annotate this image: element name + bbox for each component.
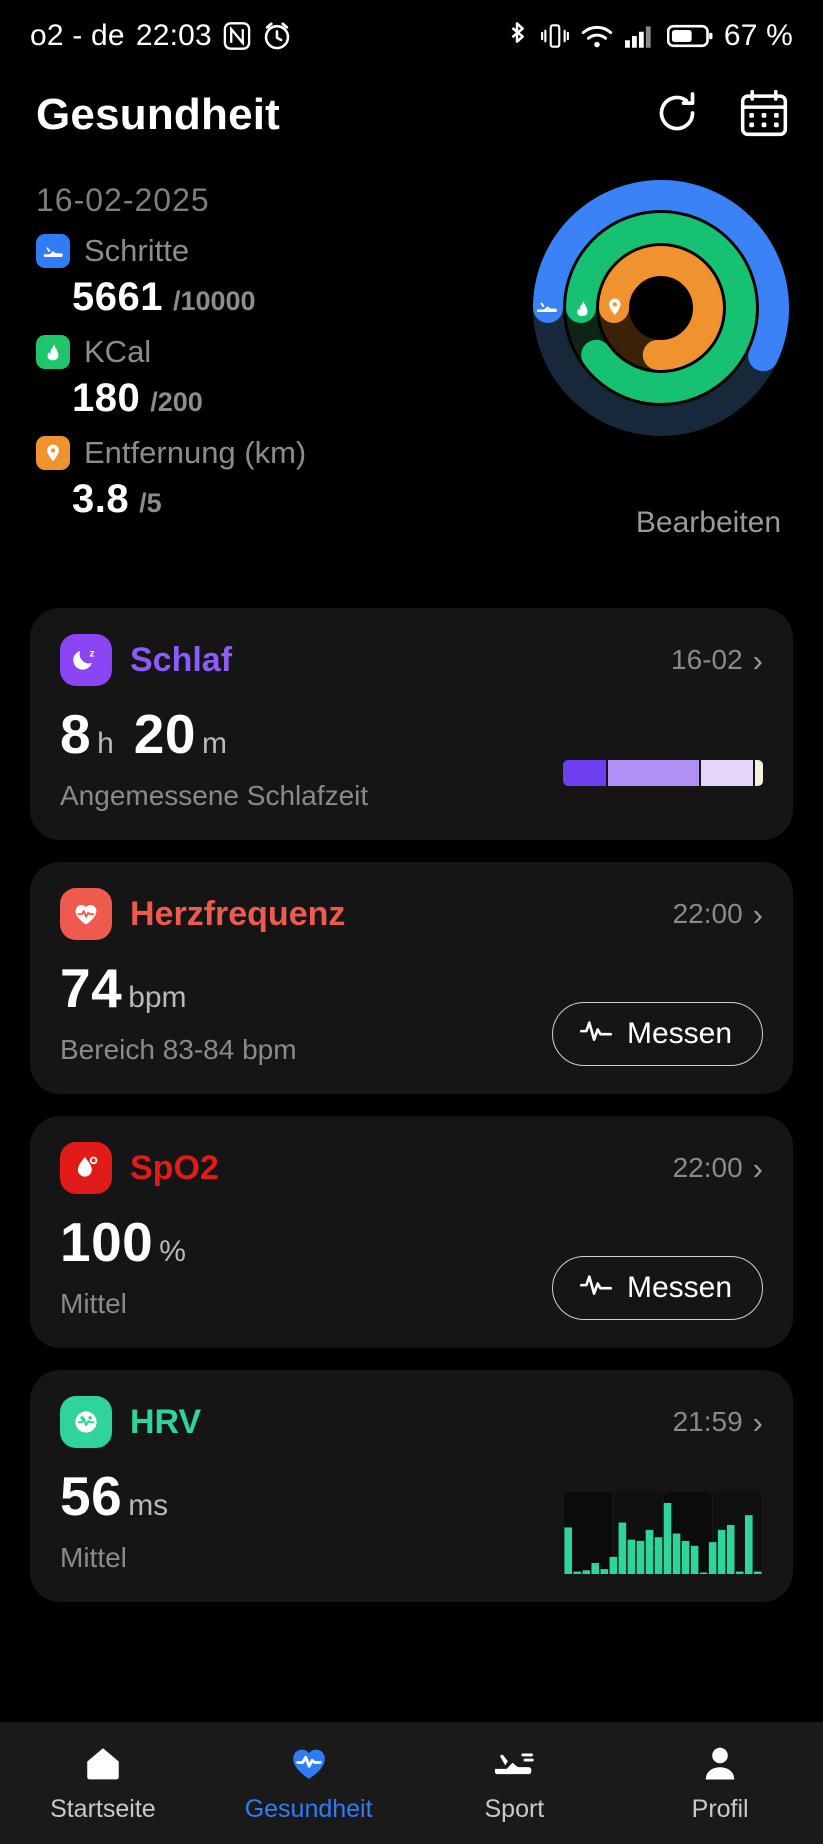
- nav-item-sport[interactable]: Sport: [412, 1742, 618, 1824]
- card-unit: ms: [128, 1489, 169, 1522]
- pulse-icon: [579, 1271, 613, 1305]
- edit-button[interactable]: Bearbeiten: [636, 506, 781, 539]
- metric-goal: /10000: [172, 286, 256, 316]
- carrier-label: o2 - de: [30, 19, 125, 52]
- sleep-segment-rem: [700, 760, 754, 786]
- nav-item-profil[interactable]: Profil: [617, 1742, 823, 1824]
- page-title: Gesundheit: [36, 90, 281, 139]
- metric-label: KCal: [84, 334, 152, 369]
- metric-label: Schritte: [84, 233, 190, 268]
- hrv-icon: [60, 1396, 112, 1448]
- measure-button-label: Messen: [626, 1017, 732, 1050]
- heart-pulse-icon: [60, 888, 112, 940]
- metric-value: 3.8: [72, 477, 130, 521]
- app-screen: o2 - de 22:03 67 % Gesundheit 16-02-2025…: [0, 0, 823, 1844]
- battery-percent-label: 67 %: [723, 19, 793, 52]
- card-time: 21:59: [672, 1406, 743, 1437]
- card-subtitle: Mittel: [60, 1542, 127, 1573]
- nav-label: Startseite: [50, 1795, 156, 1823]
- card-time: 22:00: [672, 898, 743, 929]
- wifi-icon: [581, 22, 613, 50]
- nfc-icon: [223, 21, 251, 51]
- metric-value: 5661: [72, 275, 163, 319]
- card-value: 56: [60, 1465, 123, 1527]
- pin-icon: [36, 436, 70, 470]
- card-value-2: 20: [133, 703, 196, 765]
- signal-icon: [624, 22, 656, 50]
- card-unit: h: [97, 727, 114, 760]
- measure-button-label: Messen: [626, 1271, 732, 1304]
- heart-pulse-icon: [288, 1742, 330, 1789]
- card-value: 74: [60, 957, 123, 1019]
- card-subtitle: Angemessene Schlafzeit: [60, 780, 369, 811]
- card-unit: bpm: [128, 981, 187, 1014]
- sleep-stage-bar: [563, 760, 763, 786]
- hrv-bar-chart: [564, 1492, 762, 1574]
- nav-label: Profil: [691, 1795, 749, 1823]
- vibrate-icon: [540, 20, 570, 52]
- shoe-icon: [492, 1742, 536, 1789]
- nav-item-gesundheit[interactable]: Gesundheit: [206, 1742, 412, 1824]
- droplet-icon: [60, 1142, 112, 1194]
- card-spo2[interactable]: SpO2 22:00 › 100 % Mittel Messen: [30, 1116, 793, 1348]
- chevron-right-icon[interactable]: ›: [753, 1407, 763, 1438]
- metric-value: 180: [72, 376, 141, 420]
- bluetooth-icon: [505, 20, 529, 52]
- edit-row: Bearbeiten: [636, 506, 781, 540]
- nav-label: Sport: [484, 1795, 545, 1823]
- card-title: HRV: [130, 1402, 202, 1441]
- flame-icon: [36, 335, 70, 369]
- nav-label: Gesundheit: [244, 1795, 373, 1823]
- card-value: 8: [60, 703, 92, 765]
- battery-icon: [666, 22, 713, 50]
- card-value: 100: [60, 1211, 154, 1273]
- shoe-icon: [36, 234, 70, 268]
- svg-text:z: z: [89, 649, 94, 660]
- pulse-icon: [579, 1017, 613, 1051]
- card-unit: %: [159, 1235, 186, 1268]
- moon-z-icon: z: [60, 634, 112, 686]
- status-bar: o2 - de 22:03 67 %: [0, 0, 823, 72]
- daily-summary: 16-02-2025 Schritte 5661 /10000 KCal 180…: [0, 158, 823, 588]
- chevron-right-icon[interactable]: ›: [753, 645, 763, 676]
- clock-label: 22:03: [135, 19, 212, 52]
- calendar-icon[interactable]: [739, 88, 789, 143]
- nav-item-startseite[interactable]: Startseite: [0, 1742, 206, 1824]
- alarm-icon: [262, 21, 292, 51]
- home-icon: [82, 1742, 124, 1789]
- chevron-right-icon[interactable]: ›: [753, 1153, 763, 1184]
- card-time: 16-02: [671, 644, 743, 675]
- card-sleep[interactable]: z Schlaf 16-02 › 8 h 20 m Angemessene Sc…: [30, 608, 793, 840]
- card-subtitle: Bereich 83-84 bpm: [60, 1034, 297, 1065]
- person-icon: [699, 1742, 741, 1789]
- measure-heart-rate-button[interactable]: Messen: [551, 1002, 763, 1066]
- card-time: 22:00: [672, 1152, 743, 1183]
- sync-icon[interactable]: [653, 89, 701, 142]
- activity-rings[interactable]: [521, 168, 801, 448]
- bottom-navigation: Startseite Gesundheit Sport Profil: [0, 1722, 823, 1844]
- card-heart-rate[interactable]: Herzfrequenz 22:00 › 74 bpm Bereich 83-8…: [30, 862, 793, 1094]
- metric-label: Entfernung (km): [84, 435, 307, 470]
- metric-goal: /5: [139, 488, 162, 518]
- card-unit-2: m: [201, 727, 227, 760]
- metric-cards: z Schlaf 16-02 › 8 h 20 m Angemessene Sc…: [0, 608, 823, 1602]
- card-title: SpO2: [130, 1148, 219, 1187]
- sleep-segment-deep: [563, 760, 606, 786]
- chevron-right-icon[interactable]: ›: [753, 899, 763, 930]
- measure-spo2-button[interactable]: Messen: [551, 1256, 763, 1320]
- card-hrv[interactable]: HRV 21:59 › 56 ms Mittel: [30, 1370, 793, 1602]
- card-title: Schlaf: [130, 640, 233, 679]
- sleep-segment-awake: [755, 760, 763, 786]
- card-title: Herzfrequenz: [130, 894, 346, 933]
- card-subtitle: Mittel: [60, 1288, 127, 1319]
- app-header: Gesundheit: [0, 72, 823, 158]
- sleep-segment-light: [607, 760, 699, 786]
- metric-goal: /200: [150, 387, 203, 417]
